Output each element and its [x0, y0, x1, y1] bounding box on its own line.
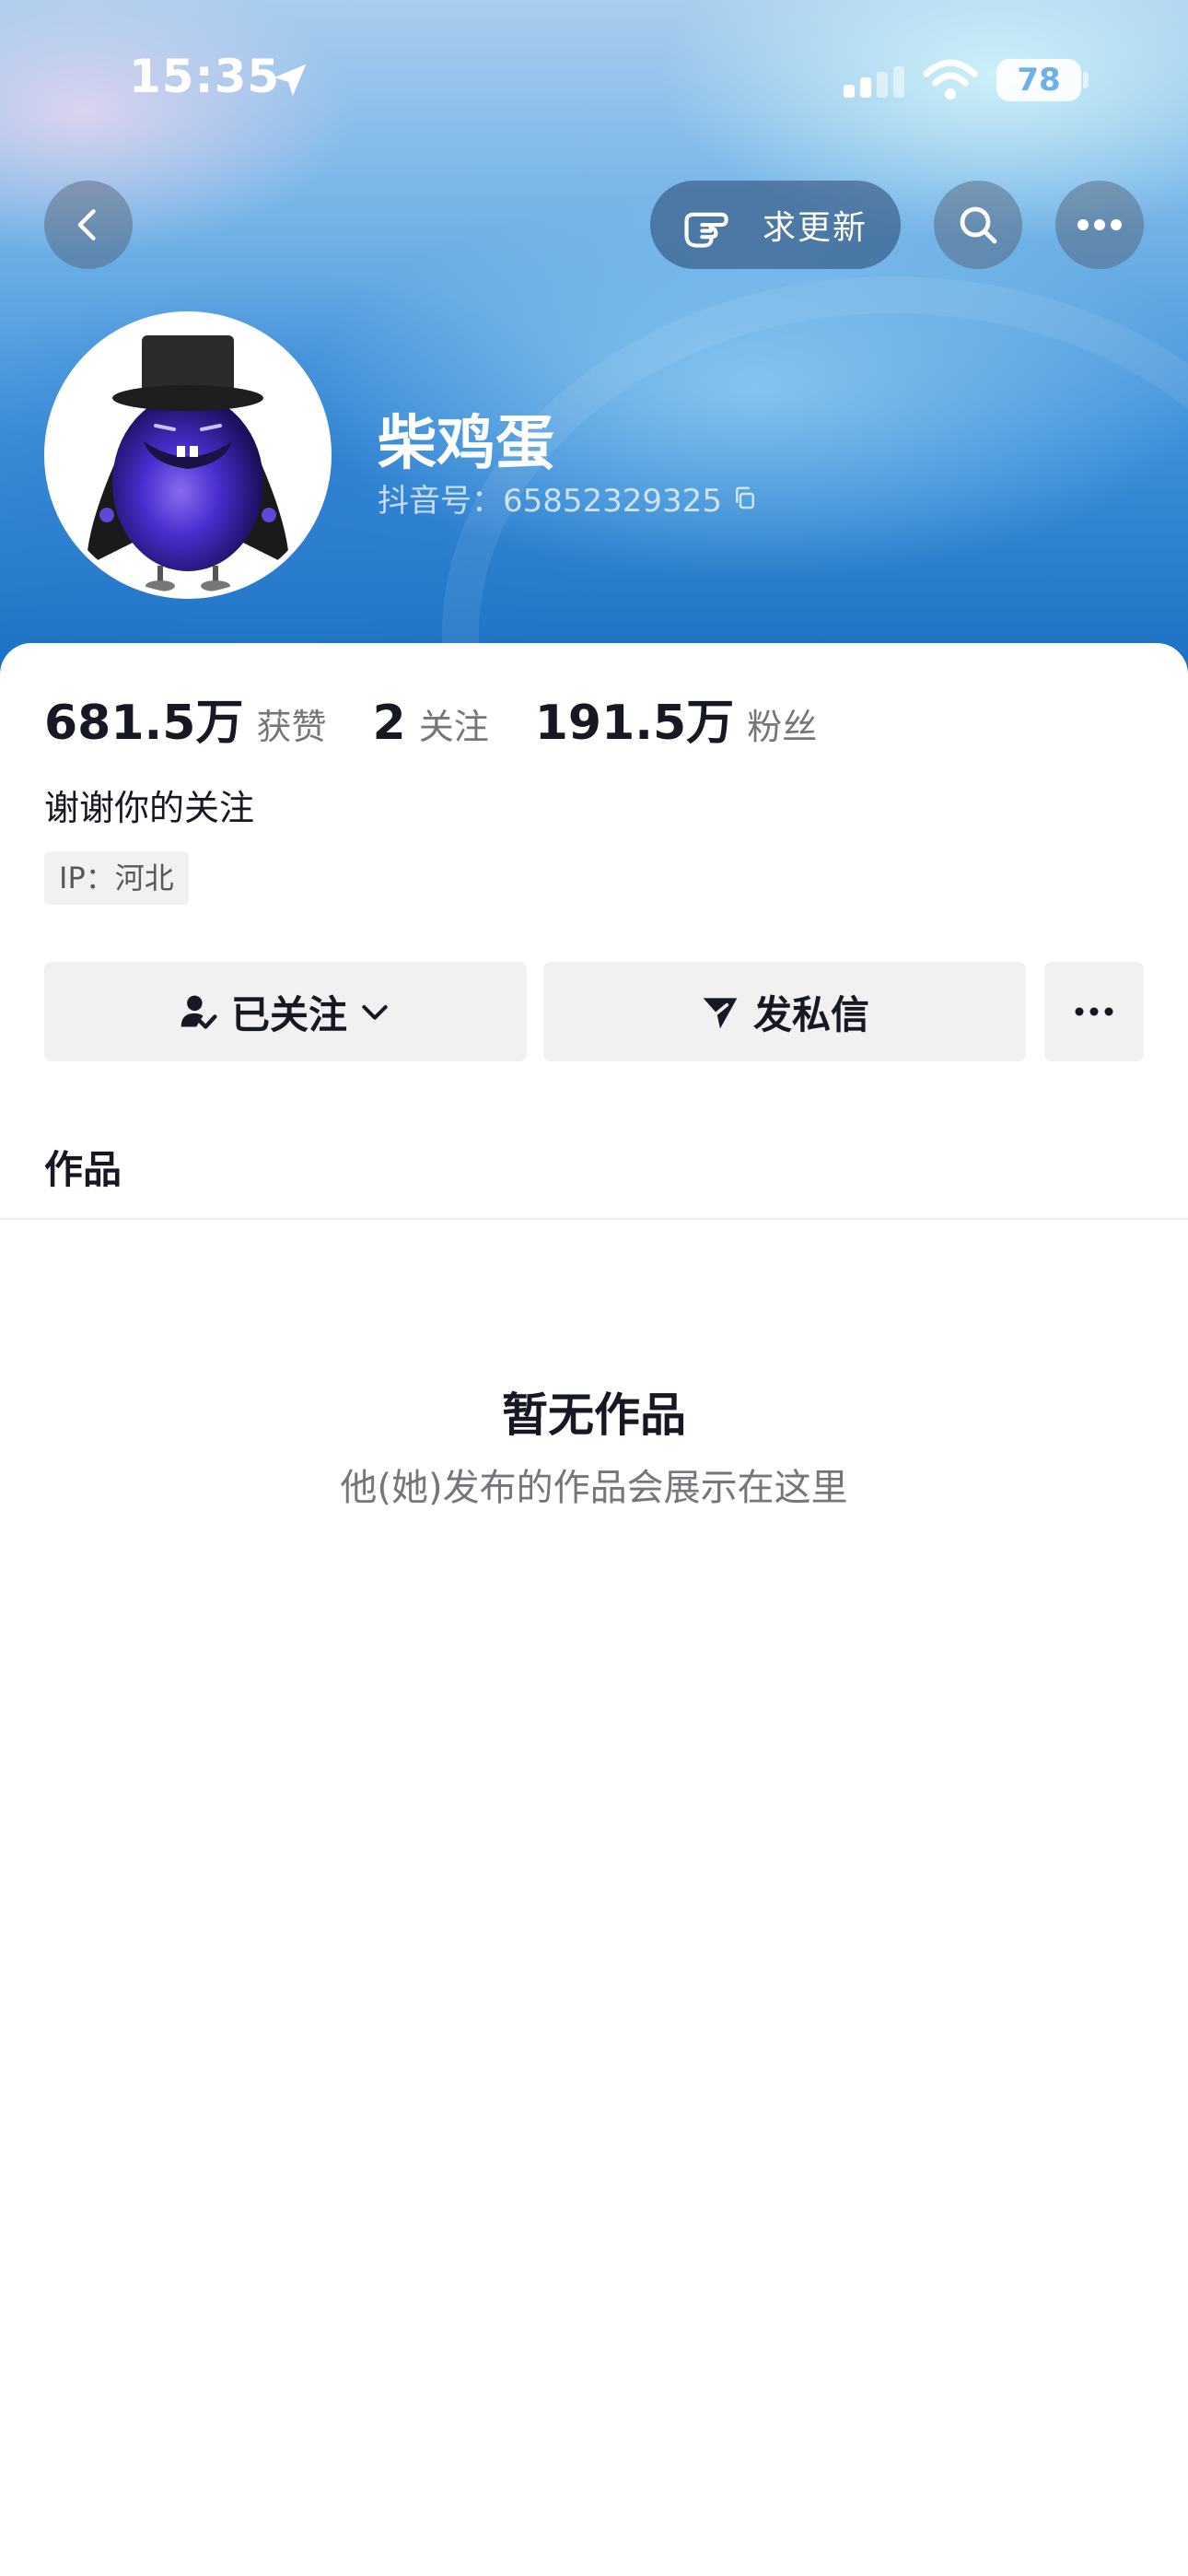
following-label: 已关注 — [230, 991, 347, 1037]
stat-likes-value: 681.5万 — [44, 696, 244, 751]
chevron-down-icon — [362, 1005, 388, 1020]
battery-icon: 78 — [996, 59, 1081, 101]
send-paper-plane-icon — [703, 998, 738, 1029]
stat-likes-label: 获赞 — [256, 707, 327, 747]
profile-stats: 681.5万 获赞 2 关注 191.5万 粉丝 — [44, 684, 863, 753]
avatar[interactable] — [44, 311, 332, 599]
stat-following-value: 2 — [372, 696, 406, 751]
request-update-button[interactable]: 求更新 — [650, 181, 901, 269]
copy-icon[interactable] — [731, 485, 759, 512]
wifi-icon — [923, 59, 978, 100]
empty-state-title: 暂无作品 — [502, 1388, 686, 1442]
profile-content-card: 681.5万 获赞 2 关注 191.5万 粉丝 谢谢你的关注 IP：河北 已关… — [0, 643, 1188, 2576]
more-options-button[interactable] — [1055, 181, 1144, 269]
signal-icon — [844, 66, 904, 98]
stat-followers-label: 粉丝 — [747, 707, 818, 747]
stat-followers[interactable]: 191.5万 粉丝 — [535, 684, 818, 753]
profile-action-row: 已关注 发私信 — [44, 962, 1144, 1061]
search-icon — [960, 206, 997, 244]
user-check-icon — [181, 995, 217, 1029]
stat-followers-value: 191.5万 — [534, 696, 735, 751]
chevron-left-icon — [77, 209, 96, 240]
status-bar: 15:35 78 — [0, 0, 1188, 157]
back-button[interactable] — [44, 181, 133, 269]
more-dots-icon — [1075, 1007, 1113, 1016]
tab-works[interactable]: 作品 — [44, 1139, 122, 1195]
ip-location-tag: IP：河北 — [44, 851, 189, 905]
pointing-hand-icon — [684, 212, 728, 248]
empty-state-subtitle: 他(她)发布的作品会展示在这里 — [340, 1467, 848, 1509]
send-message-label: 发私信 — [752, 991, 869, 1037]
more-actions-button[interactable] — [1044, 962, 1144, 1061]
battery-level: 78 — [1017, 62, 1061, 99]
send-message-button[interactable]: 发私信 — [543, 962, 1026, 1061]
request-update-label: 求更新 — [763, 209, 868, 247]
search-button[interactable] — [934, 181, 1022, 269]
tab-divider — [0, 1218, 1188, 1220]
status-time: 15:35 — [129, 50, 281, 103]
battery-cap — [1083, 72, 1089, 88]
more-dots-icon — [1077, 219, 1122, 230]
location-arrow-icon — [274, 64, 307, 97]
stat-following-label: 关注 — [418, 707, 489, 747]
following-button[interactable]: 已关注 — [44, 962, 527, 1061]
stat-following[interactable]: 2 关注 — [373, 696, 489, 751]
profile-bio: 谢谢你的关注 — [44, 788, 255, 828]
douyin-id[interactable]: 抖音号：65852329325 — [378, 475, 759, 521]
stat-likes[interactable]: 681.5万 获赞 — [44, 684, 327, 753]
profile-nickname: 柴鸡蛋 — [378, 410, 554, 478]
douyin-id-text: 抖音号：65852329325 — [378, 483, 722, 520]
avatar-image — [50, 317, 326, 593]
